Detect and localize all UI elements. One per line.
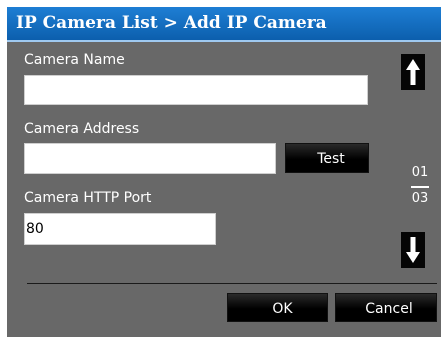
up-arrow-icon [406,59,420,85]
dialog-title: IP Camera List > Add IP Camera [16,13,327,33]
footer-divider [27,283,437,284]
camera-name-label: Camera Name [24,52,125,68]
ok-button[interactable]: OK [227,293,328,322]
page-separator [411,186,429,188]
test-button-label: Test [317,151,345,167]
camera-http-port-input[interactable] [24,213,216,245]
add-ip-camera-dialog: IP Camera List > Add IP Camera Camera Na… [7,7,441,337]
current-page: 01 [411,165,429,180]
cancel-button[interactable]: Cancel [335,293,437,322]
camera-address-label: Camera Address [24,121,140,137]
cancel-button-label: Cancel [365,300,413,317]
down-arrow-icon [406,237,420,263]
camera-address-input[interactable] [24,143,276,174]
title-bar: IP Camera List > Add IP Camera [7,7,441,42]
scroll-down-button[interactable] [401,232,425,268]
ok-button-label: OK [272,300,293,317]
test-button[interactable]: Test [285,143,369,173]
camera-http-port-label: Camera HTTP Port [24,190,152,206]
camera-name-input[interactable] [24,75,368,105]
scroll-up-button[interactable] [401,54,425,90]
total-pages: 03 [411,191,429,206]
